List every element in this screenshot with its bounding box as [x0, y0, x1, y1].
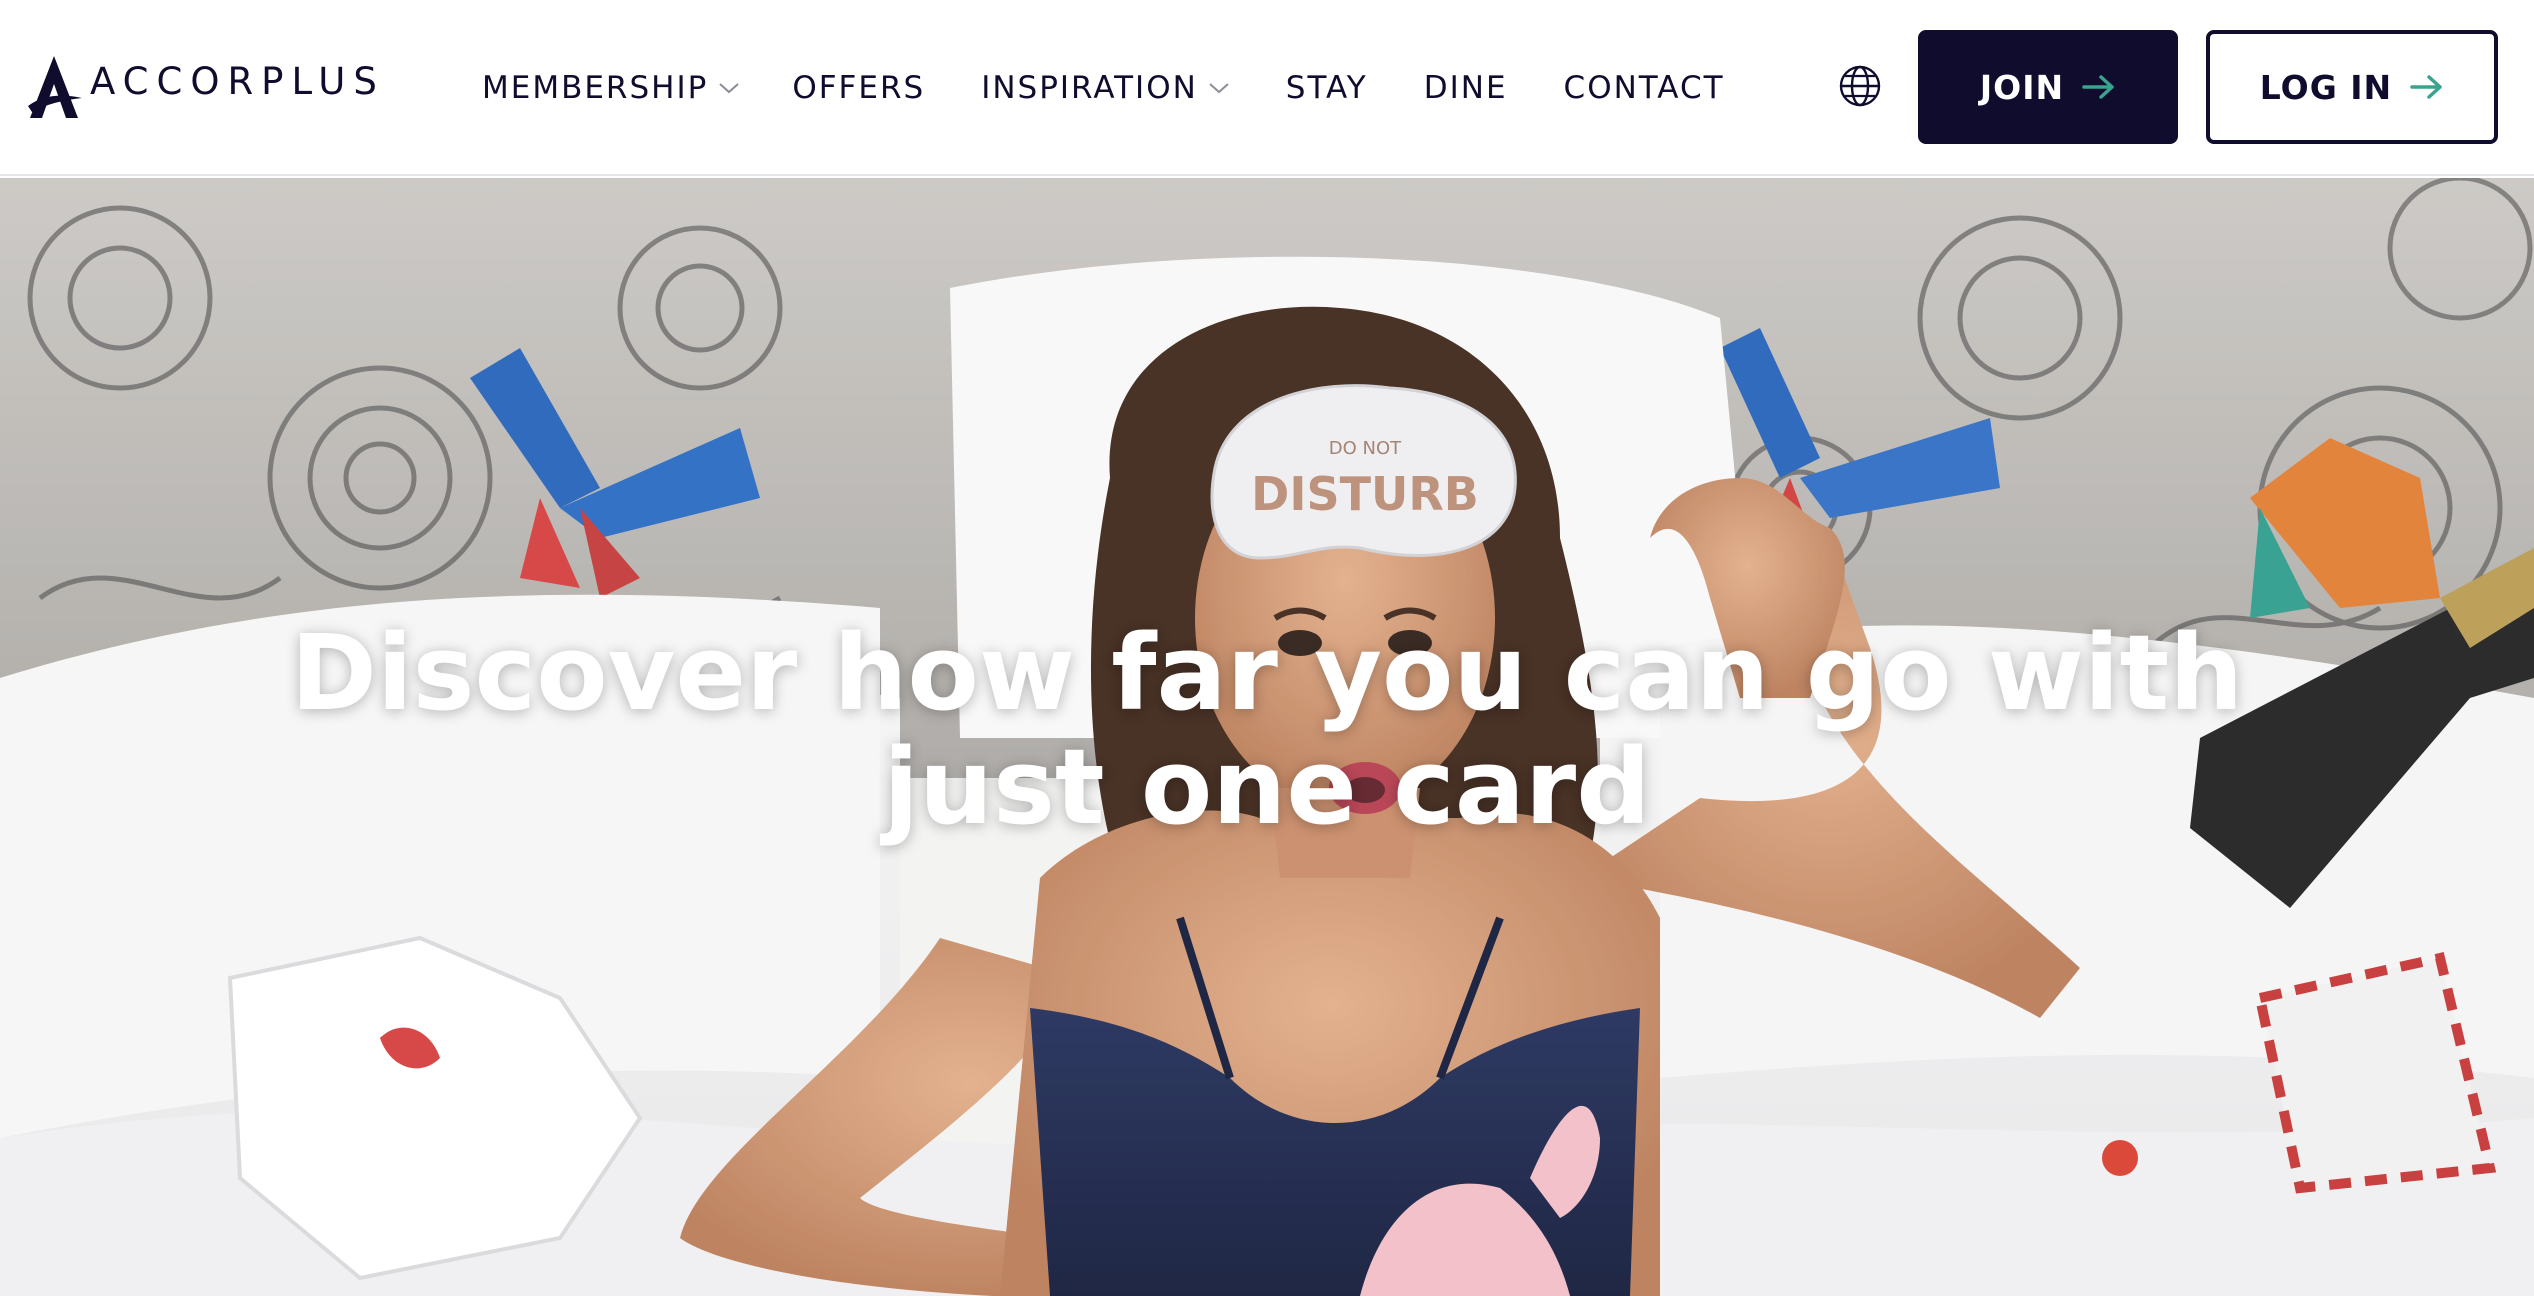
nav-item-label: INSPIRATION	[981, 70, 1198, 106]
nav-item-offers[interactable]: OFFERS	[792, 56, 925, 120]
arrow-right-icon	[2082, 75, 2114, 99]
site-header: ACCORPLUS MEMBERSHIP OFFERS INSPIRATION …	[0, 0, 2534, 176]
accorplus-logo[interactable]: ACCORPLUS	[24, 52, 414, 122]
arrow-right-icon	[2410, 75, 2442, 99]
nav-item-label: OFFERS	[792, 70, 926, 106]
nav-item-label: MEMBERSHIP	[482, 70, 709, 106]
login-button[interactable]: LOG IN	[2206, 30, 2498, 144]
nav-item-inspiration[interactable]: INSPIRATION	[981, 56, 1230, 120]
main-nav: MEMBERSHIP OFFERS INSPIRATION STAY DINE …	[482, 56, 1725, 120]
join-button-label: JOIN	[1979, 67, 2065, 107]
nav-item-stay[interactable]: STAY	[1286, 56, 1368, 120]
nav-item-membership[interactable]: MEMBERSHIP	[482, 56, 740, 120]
globe-icon[interactable]	[1838, 64, 1882, 108]
nav-item-label: CONTACT	[1563, 70, 1725, 106]
nav-item-label: DINE	[1423, 70, 1508, 106]
hero-banner: DO NOT DISTURB Discover how far you can …	[0, 178, 2534, 1296]
accor-logo-icon	[28, 56, 82, 118]
join-button[interactable]: JOIN	[1918, 30, 2178, 144]
chevron-down-icon	[719, 83, 739, 94]
nav-item-dine[interactable]: DINE	[1424, 56, 1508, 120]
nav-item-contact[interactable]: CONTACT	[1564, 56, 1725, 120]
login-button-label: LOG IN	[2259, 67, 2393, 107]
chevron-down-icon	[1209, 83, 1229, 94]
nav-item-label: STAY	[1285, 70, 1368, 106]
hero-title: Discover how far you can go with just on…	[290, 612, 2244, 848]
brand-name: ACCORPLUS	[90, 59, 385, 103]
